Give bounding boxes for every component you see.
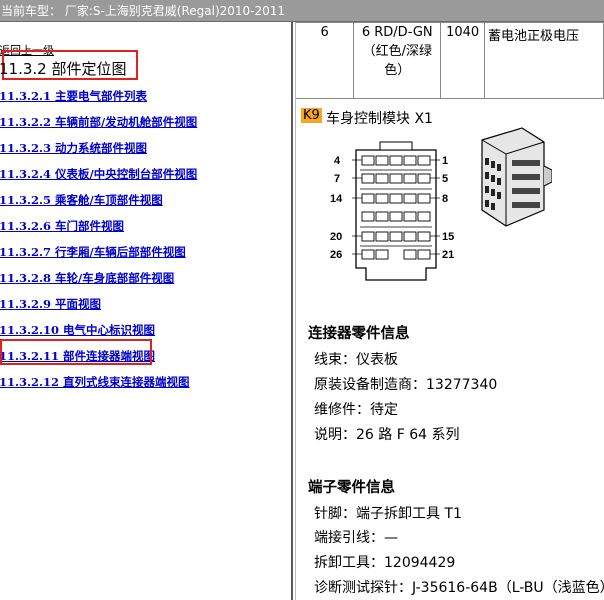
connector-info-line: 原装设备制造商：13277340 xyxy=(314,377,498,393)
terminal-info-heading: 端子零件信息 xyxy=(308,480,395,496)
pin-label: 5 xyxy=(442,173,448,185)
wire-color-name: （红色/深绿色） xyxy=(362,44,432,78)
pin-label: 21 xyxy=(442,249,454,261)
connector-3d-image xyxy=(481,127,552,227)
nav-item-trunk-rear-view[interactable]: 11.3.2.7 行李厢/车辆后部部件视图 xyxy=(0,244,197,270)
nav-item-inline-harness-connector-view[interactable]: 11.3.2.12 直列式线束连接器端视图 xyxy=(0,374,197,400)
nav-item-plan-view[interactable]: 11.3.2.9 平面视图 xyxy=(0,296,197,322)
pin-number: 6 xyxy=(296,22,355,99)
pin-label: 8 xyxy=(442,193,448,205)
pin-function: 蓄电池正极电压 xyxy=(484,22,604,99)
nav-item-main-parts-list[interactable]: 11.3.2.1 主要电气部件列表 xyxy=(0,88,197,114)
connector-info-line: 说明：26 路 F 64 系列 xyxy=(314,427,460,443)
terminal-info-line: 针脚：端子拆卸工具 T1 xyxy=(314,506,462,522)
nav-item-wheel-underbody-view[interactable]: 11.3.2.8 车轮/车身底部部件视图 xyxy=(0,270,197,296)
terminal-info-line: 拆卸工具：12094429 xyxy=(314,555,456,571)
connector-info-heading: 连接器零件信息 xyxy=(308,326,410,342)
wire-color-code: 6 RD/D-GN xyxy=(361,25,433,40)
terminal-info-line: 端接引线：— xyxy=(314,530,398,546)
nav-item-front-engine-view[interactable]: 11.3.2.2 车辆前部/发动机舱部件视图 xyxy=(0,114,197,140)
connector-info-line: 线束：仪表板 xyxy=(314,352,398,368)
content-pane[interactable]: 6 6 RD/D-GN （红色/深绿色） 1040 蓄电池正极电压 K9 车身控… xyxy=(296,22,604,600)
pin-label: 4 xyxy=(334,155,341,167)
title-bar: 当前车型： 厂家:S-上海别克君威(Regal)2010-2011 xyxy=(0,0,604,22)
section-title: 11.3.2 部件定位图 xyxy=(0,60,127,78)
pin-label: 20 xyxy=(330,231,342,243)
pin-label: 15 xyxy=(442,231,454,243)
nav-item-cabin-roof-view[interactable]: 11.3.2.5 乘客舱/车顶部件视图 xyxy=(0,192,197,218)
pin-label: 1 xyxy=(442,155,448,167)
active-item-highlight xyxy=(0,339,152,365)
nav-item-door-view[interactable]: 11.3.2.6 车门部件视图 xyxy=(0,218,197,244)
terminal-info-line: 诊断测试探针：J-35616-64B（L-BU（浅蓝色）） xyxy=(314,580,604,596)
nav-pane[interactable]: 返回上一级 11.3.2 部件定位图 11.3.2.1 主要电气部件列表 11.… xyxy=(0,22,291,600)
nav-item-dashboard-console-view[interactable]: 11.3.2.4 仪表板/中央控制台部件视图 xyxy=(0,166,197,192)
nav-item-powertrain-view[interactable]: 11.3.2.3 动力系统部件视图 xyxy=(0,140,197,166)
pin-table: 6 6 RD/D-GN （红色/深绿色） 1040 蓄电池正极电压 xyxy=(296,22,604,99)
title-text: 当前车型： 厂家:S-上海别克君威(Regal)2010-2011 xyxy=(1,4,286,18)
connector-face-diagram: 4 7 14 20 26 1 5 8 15 21 xyxy=(330,141,454,281)
component-title: 车身控制模块 X1 xyxy=(326,111,433,127)
wire-color-cell: 6 RD/D-GN （红色/深绿色） xyxy=(353,22,442,99)
pin-label: 26 xyxy=(330,249,342,261)
pin-label: 14 xyxy=(330,193,343,205)
component-tag: K9 xyxy=(301,108,322,123)
pin-label: 7 xyxy=(334,173,340,185)
table-row: 6 6 RD/D-GN （红色/深绿色） 1040 蓄电池正极电压 xyxy=(296,22,604,99)
circuit-number: 1040 xyxy=(440,22,486,99)
connector-info-line: 维修件：待定 xyxy=(314,402,398,418)
